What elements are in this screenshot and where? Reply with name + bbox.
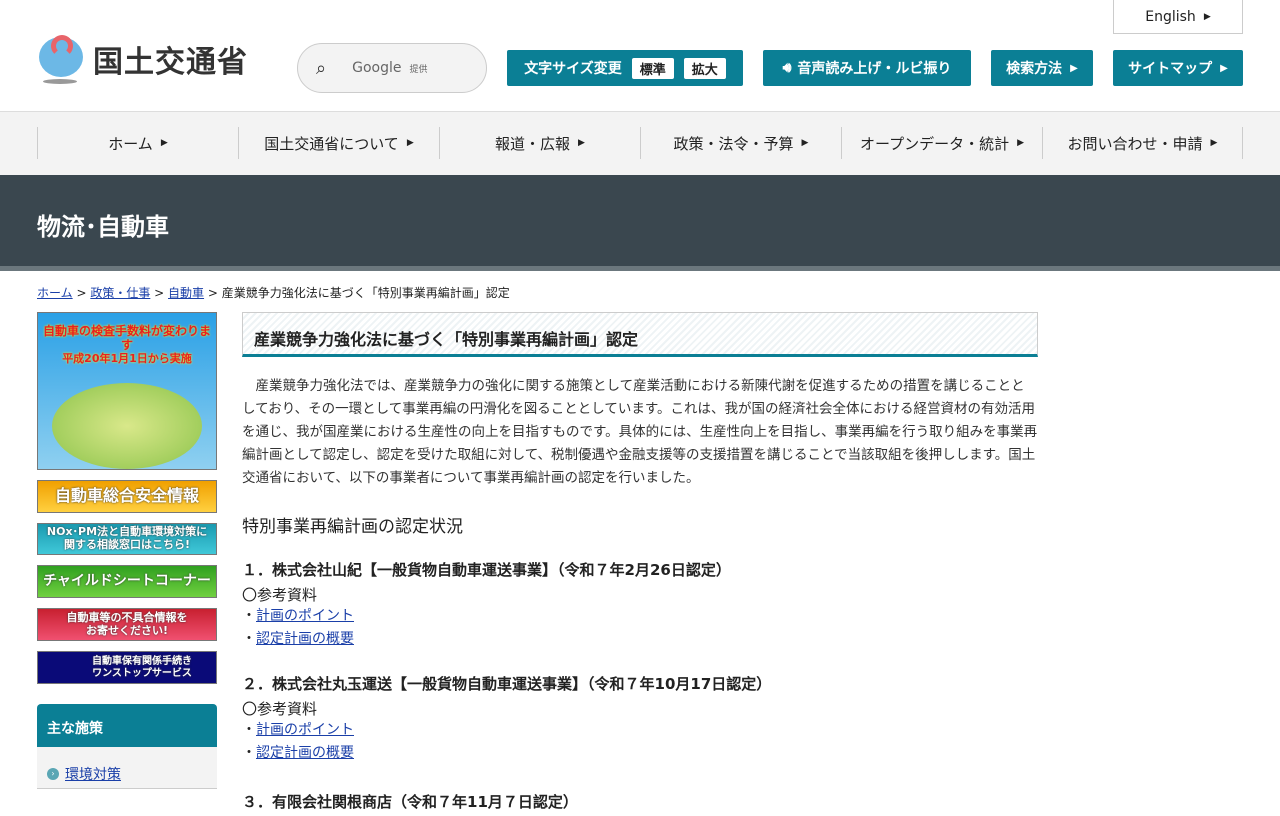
arrow-right-icon: ▶: [1220, 62, 1228, 74]
nox-pm-banner[interactable]: NOx･PM法と自動車環境対策に 関する相談窓口はこちら!: [37, 523, 217, 555]
google-label: Google: [352, 60, 402, 76]
reference-label: 〇参考資料: [242, 700, 318, 718]
logo-mark-icon: [37, 33, 85, 85]
nav-label: お問い合わせ・申請: [1067, 134, 1203, 153]
plan-points-link[interactable]: 計画のポイント: [256, 722, 354, 738]
page-title: 産業競争力強化法に基づく「特別事業再編計画」認定: [242, 312, 1038, 357]
sidebar-section-title: 主な施策: [37, 704, 217, 747]
banner-line: 平成20年1月1日から実施: [62, 351, 192, 365]
banner-line: ワンストップサービス: [92, 667, 192, 679]
arrow-right-icon: ▶: [1203, 11, 1211, 22]
main-content: 産業競争力強化法に基づく「特別事業再編計画」認定 産業競争力強化法では、産業競争…: [242, 312, 1038, 816]
nav-label: 報道・広報: [495, 134, 571, 153]
font-size-control: 文字サイズ変更 標準 拡大: [507, 50, 743, 86]
arrow-right-icon: ▶: [1210, 138, 1218, 148]
banner-line: 自動車等の不具合情報を: [66, 610, 188, 624]
nav-about[interactable]: 国土交通省について ▶: [238, 127, 439, 159]
mlit-logo[interactable]: 国土交通省: [37, 33, 248, 85]
search-icon[interactable]: ⌕: [316, 58, 326, 79]
nav-label: オープンデータ・統計: [859, 134, 1010, 153]
arrow-right-icon: ▶: [1017, 138, 1025, 148]
one-stop-service-banner[interactable]: 自動車保有関係手続き ワンストップサービス: [37, 651, 217, 684]
breadcrumb-policy[interactable]: 政策・仕事: [90, 286, 150, 300]
plan-summary-link[interactable]: 認定計画の概要: [256, 631, 354, 647]
status-heading: 特別事業再編計画の認定状況: [242, 517, 463, 537]
search-box[interactable]: ⌕ Google 提供: [297, 43, 487, 93]
nav-label: 国土交通省について: [264, 134, 399, 153]
plan-item: １．株式会社山紀【一般貨物自動車運送事業】（令和７年2月26日認定） 〇参考資料…: [242, 559, 1038, 651]
plan-heading: ３．有限会社関根商店（令和７年11月７日認定）: [242, 793, 578, 811]
banner-line: チャイルドシートコーナー: [43, 573, 211, 590]
nav-label: ホーム: [108, 134, 153, 153]
plan-heading: ２．株式会社丸玉運送【一般貨物自動車運送事業】（令和７年10月17日認定）: [242, 675, 772, 693]
plan-summary-link[interactable]: 認定計画の概要: [256, 745, 354, 761]
search-method-label: 検索方法: [1006, 61, 1063, 77]
banner-line: 自動車保有関係手続き: [92, 656, 192, 667]
defect-report-banner[interactable]: 自動車等の不具合情報を お寄せください!: [37, 608, 217, 641]
intro-text: 産業競争力強化法では、産業競争力の強化に関する施策として産業活動における新陳代謝…: [242, 378, 1038, 486]
arrow-right-icon: ▶: [406, 138, 414, 148]
nav-label: 政策・法令・予算: [673, 134, 794, 153]
banner-line: 自動車総合安全情報: [54, 486, 199, 506]
plan-points-link[interactable]: 計画のポイント: [256, 608, 354, 624]
sidebar-item-label[interactable]: 環境対策: [65, 764, 121, 784]
font-standard-button[interactable]: 標準: [631, 57, 674, 79]
font-large-button[interactable]: 拡大: [683, 57, 726, 79]
provided-label: 提供: [409, 64, 428, 75]
sidebar-item-environment[interactable]: › 環境対策: [37, 747, 217, 789]
chevron-right-icon: ›: [47, 767, 59, 780]
arrow-right-icon: ▶: [1070, 62, 1078, 74]
breadcrumb-home[interactable]: ホーム: [37, 286, 73, 300]
breadcrumb: ホーム > 政策・仕事 > 自動車 > 産業競争力強化法に基づく「特別事業再編計…: [37, 286, 510, 300]
plan-item: ３．有限会社関根商店（令和７年11月７日認定）: [242, 791, 1038, 812]
plan-item: ２．株式会社丸玉運送【一般貨物自動車運送事業】（令和７年10月17日認定） 〇参…: [242, 673, 1038, 765]
reference-label: 〇参考資料: [242, 586, 318, 604]
global-nav: ホーム ▶ 国土交通省について ▶ 報道・広報 ▶ 政策・法令・予算 ▶ オープンデータ…: [0, 111, 1280, 175]
logo-text: 国土交通省: [93, 45, 248, 80]
font-size-label: 文字サイズ変更: [524, 61, 622, 77]
banner-line: 自動車の検査手数料が変わります: [42, 324, 211, 352]
banner-line: 関する相談窓口はこちら!: [63, 538, 191, 551]
arrow-right-icon: ▶: [578, 138, 585, 148]
voice-label: 音声読み上げ・ルビ振り: [797, 61, 952, 77]
town-illustration: [52, 383, 202, 469]
voice-button[interactable]: 🔊︎ 音声読み上げ・ルビ振り: [763, 50, 971, 86]
breadcrumb-auto[interactable]: 自動車: [168, 286, 204, 300]
plan-heading: １．株式会社山紀【一般貨物自動車運送事業】（令和７年2月26日認定）: [242, 561, 731, 579]
sitemap-label: サイトマップ: [1128, 61, 1213, 77]
arrow-right-icon: ▶: [160, 138, 168, 148]
child-seat-banner[interactable]: チャイルドシートコーナー: [37, 565, 217, 598]
english-button[interactable]: English ▶: [1113, 0, 1243, 34]
banner-line: お寄せください!: [85, 623, 169, 637]
nav-policy[interactable]: 政策・法令・予算 ▶: [640, 127, 841, 159]
nav-opendata[interactable]: オープンデータ・統計 ▶: [841, 127, 1042, 159]
inspection-fee-banner[interactable]: 自動車の検査手数料が変わります 平成20年1月1日から実施: [37, 312, 217, 470]
nav-press[interactable]: 報道・広報 ▶: [439, 127, 640, 159]
english-label: English: [1145, 8, 1196, 25]
nav-contact[interactable]: お問い合わせ・申請 ▶: [1042, 127, 1243, 159]
sitemap-button[interactable]: サイトマップ ▶: [1113, 50, 1243, 86]
speaker-icon: 🔊︎: [782, 60, 792, 76]
search-method-button[interactable]: 検索方法 ▶: [991, 50, 1093, 86]
arrow-right-icon: ▶: [801, 138, 809, 148]
section-banner: 物流･自動車: [0, 175, 1280, 271]
nav-home[interactable]: ホーム ▶: [37, 127, 238, 159]
breadcrumb-current: 産業競争力強化法に基づく「特別事業再編計画」認定: [221, 286, 510, 300]
auto-safety-banner[interactable]: 自動車総合安全情報: [37, 480, 217, 513]
